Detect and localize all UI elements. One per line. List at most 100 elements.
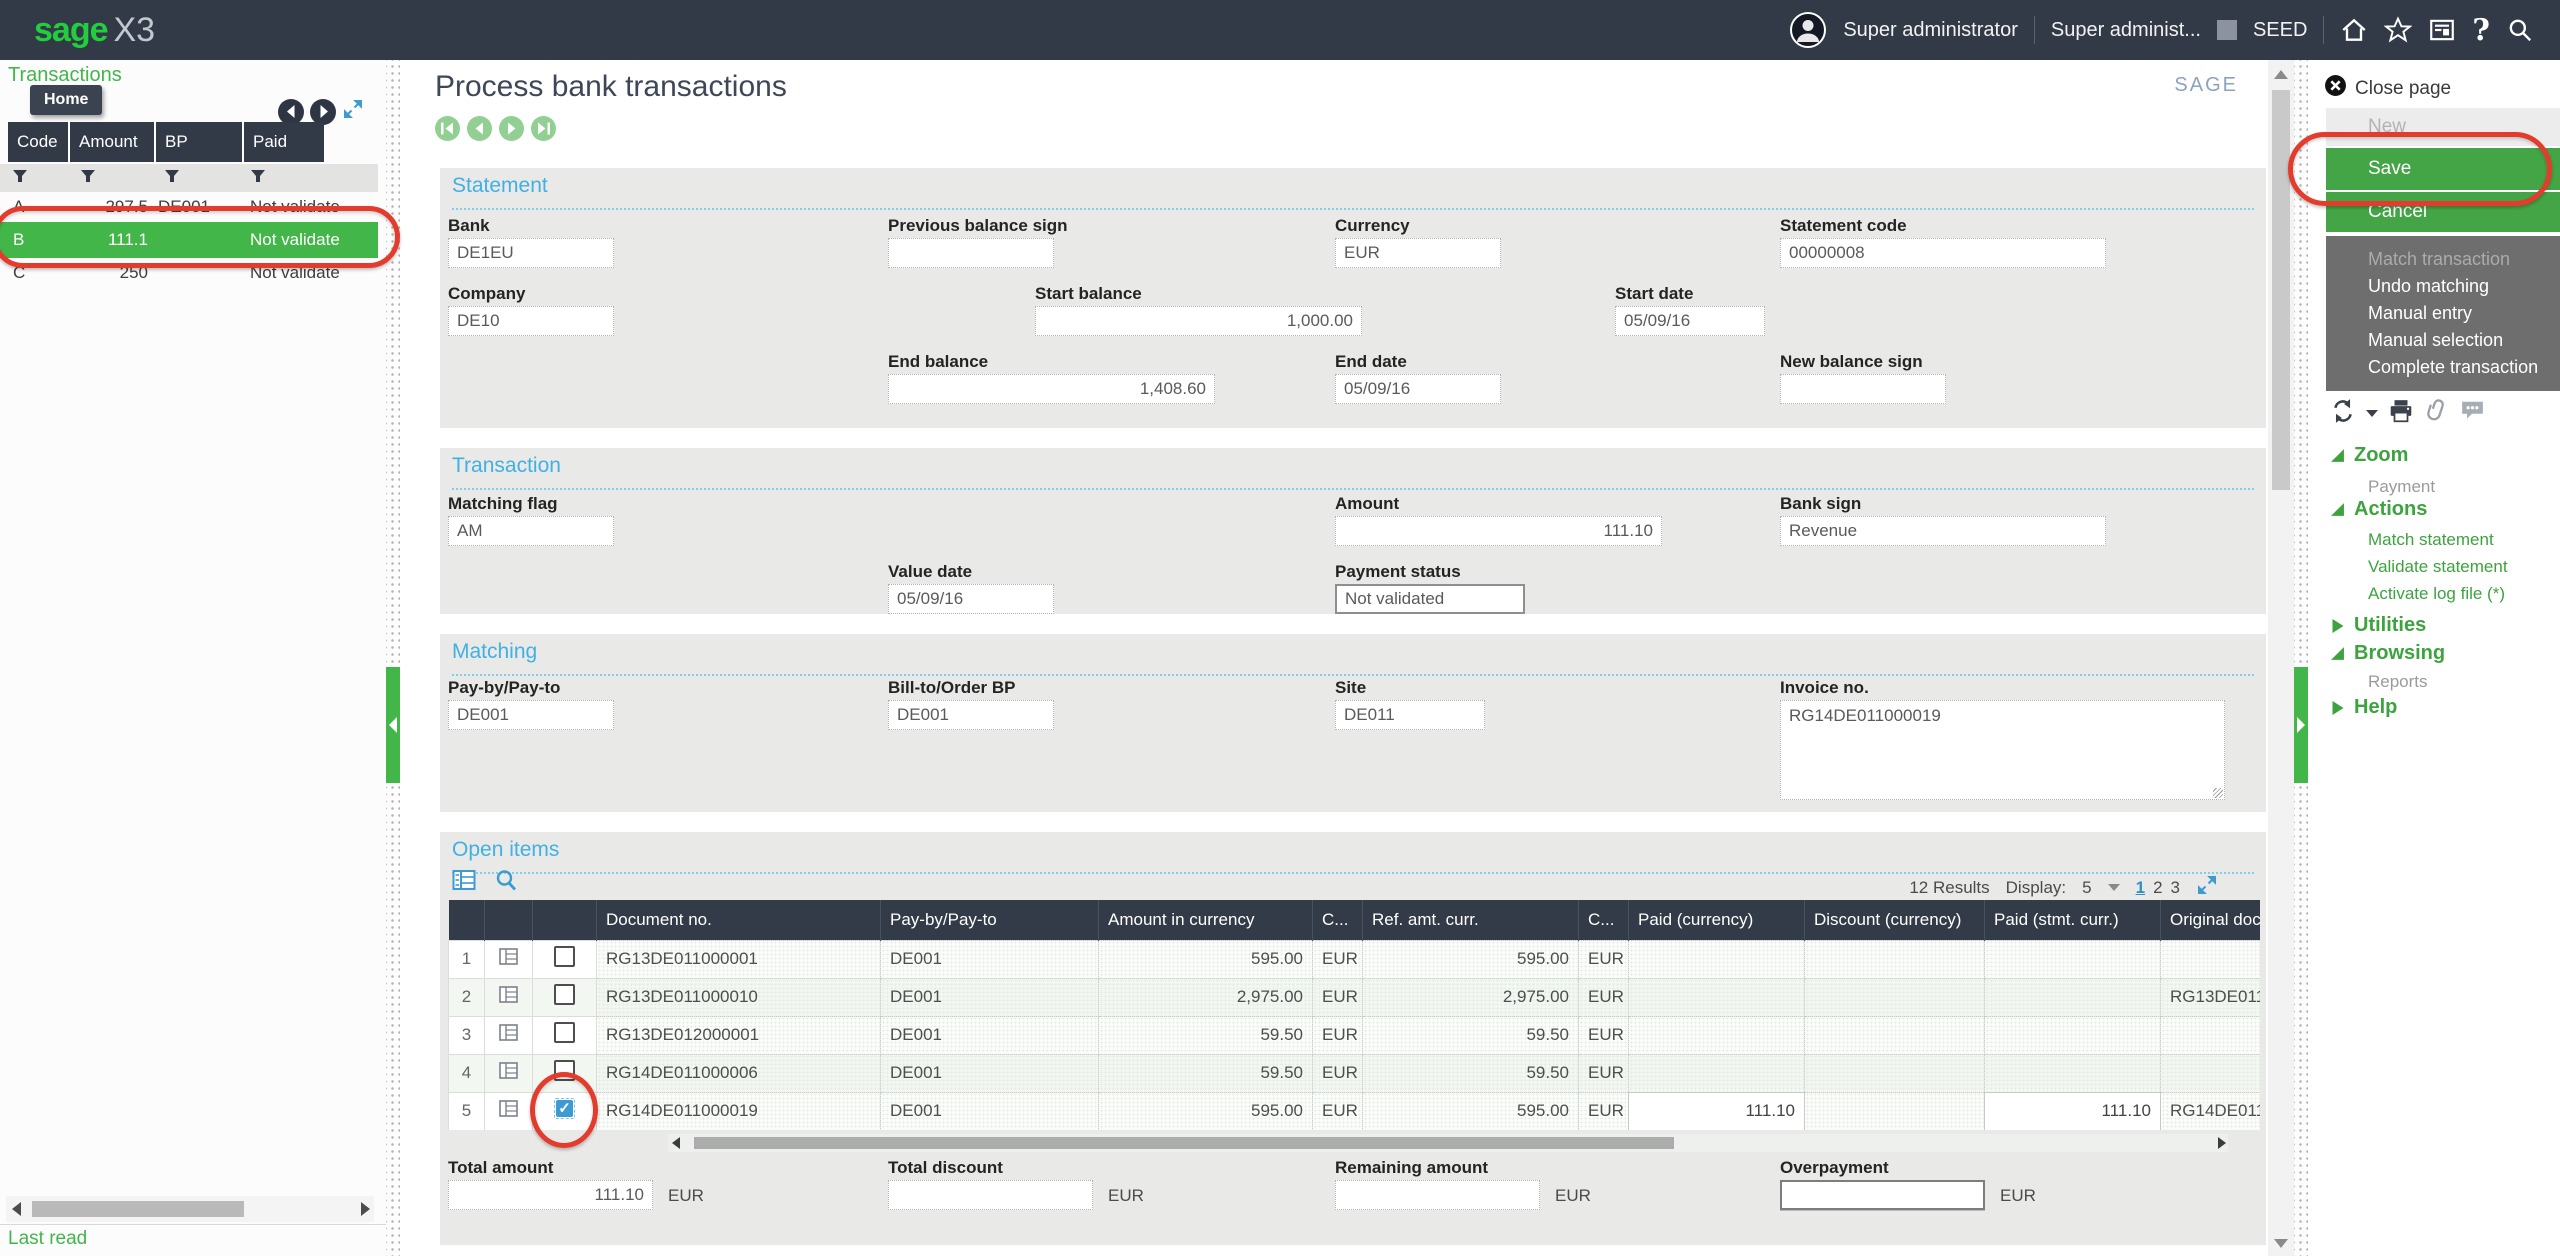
column-header[interactable]: BP xyxy=(156,122,242,162)
cell-paid-currency[interactable] xyxy=(1629,1016,1805,1054)
scroll-down-icon[interactable] xyxy=(2274,1239,2288,1248)
cell-paid-stmt-input[interactable]: 111.10 xyxy=(1985,1092,2161,1130)
menu-zoom[interactable]: Zoom xyxy=(2330,444,2408,467)
cell-discount[interactable] xyxy=(1805,1054,1985,1092)
menu-help[interactable]: Help xyxy=(2330,696,2397,719)
main-vertical-scrollbar[interactable] xyxy=(2268,60,2294,1256)
pay-by-field[interactable]: DE001 xyxy=(448,700,614,730)
cell-paid-stmt[interactable] xyxy=(1985,1016,2161,1054)
cell-pay-by[interactable]: DE001 xyxy=(881,940,1099,978)
cell-amount-in-currency[interactable]: 595.00 xyxy=(1099,940,1313,978)
last-record-icon[interactable] xyxy=(531,116,556,141)
cell-amount-in-currency[interactable]: 2,975.00 xyxy=(1099,978,1313,1016)
manual-entry-button[interactable]: Manual entry xyxy=(2368,300,2560,327)
grid-horizontal-scrollbar[interactable] xyxy=(668,1134,2228,1152)
scroll-right-icon[interactable] xyxy=(2218,1137,2226,1149)
column-header[interactable]: Document no. xyxy=(597,900,881,940)
next-record-icon[interactable] xyxy=(499,116,524,141)
row-detail-icon[interactable] xyxy=(499,988,518,1007)
cell-document-no[interactable]: RG14DE011000019 xyxy=(597,1092,881,1130)
open-item-row[interactable]: 4 RG14DE011000006 DE001 59.50 EUR 59.50 … xyxy=(449,1054,2261,1092)
scroll-left-icon[interactable] xyxy=(12,1202,21,1216)
menu-utilities[interactable]: Utilities xyxy=(2330,614,2426,637)
cell-code[interactable]: A xyxy=(0,197,68,217)
menu-actions[interactable]: Actions xyxy=(2330,498,2427,521)
remaining-amount-field[interactable] xyxy=(1335,1180,1540,1210)
refresh-icon[interactable] xyxy=(2330,398,2356,429)
start-date-field[interactable]: 05/09/16 xyxy=(1615,306,1765,336)
filter-icon[interactable] xyxy=(152,169,238,188)
cell-paid-currency[interactable] xyxy=(1629,940,1805,978)
column-header[interactable]: Ref. amt. curr. xyxy=(1363,900,1579,940)
scroll-up-icon[interactable] xyxy=(2274,70,2288,79)
undo-matching-button[interactable]: Undo matching xyxy=(2368,273,2560,300)
site-field[interactable]: DE011 xyxy=(1335,700,1485,730)
bookmark-star-icon[interactable] xyxy=(2384,16,2412,44)
scrollbar-thumb[interactable] xyxy=(694,1137,1674,1149)
resize-grip-icon[interactable] xyxy=(2213,788,2223,798)
cell-paid[interactable]: Not validate xyxy=(238,263,378,283)
column-header[interactable]: C... xyxy=(1579,900,1629,940)
filter-icon[interactable] xyxy=(238,169,378,188)
total-amount-field[interactable]: 111.10 xyxy=(448,1180,653,1210)
cell-discount[interactable] xyxy=(1805,940,1985,978)
cell-document-no[interactable]: RG13DE011000001 xyxy=(597,940,881,978)
scrollbar-thumb[interactable] xyxy=(32,1201,244,1217)
cell-original-document[interactable]: RG13DE011000 xyxy=(2161,978,2261,1016)
right-splitter-handle[interactable] xyxy=(2294,667,2308,783)
total-discount-field[interactable] xyxy=(888,1180,1093,1210)
menu-item-validate-statement[interactable]: Validate statement xyxy=(2368,557,2508,577)
previous-balance-sign-field[interactable] xyxy=(888,238,1054,268)
cell-amount[interactable]: 297.5 xyxy=(68,197,152,217)
filter-icon[interactable] xyxy=(0,169,68,188)
menu-item-reports[interactable]: Reports xyxy=(2368,672,2428,692)
first-record-icon[interactable] xyxy=(435,116,460,141)
cell-amount[interactable]: 111.1 xyxy=(68,230,152,250)
cell-pay-by[interactable]: DE001 xyxy=(881,1016,1099,1054)
page-link-current[interactable]: 1 xyxy=(2136,878,2145,898)
cancel-button[interactable]: Cancel xyxy=(2326,192,2560,232)
save-button[interactable]: Save xyxy=(2326,148,2560,190)
left-horizontal-scrollbar[interactable] xyxy=(6,1196,374,1222)
cell-currency[interactable]: EUR xyxy=(1313,1054,1363,1092)
left-splitter-handle[interactable] xyxy=(386,667,400,783)
overpayment-field[interactable] xyxy=(1780,1180,1985,1210)
cell-pay-by[interactable]: DE001 xyxy=(881,1092,1099,1130)
cell-ref-amount[interactable]: 2,975.00 xyxy=(1363,978,1579,1016)
row-checkbox[interactable] xyxy=(554,1022,575,1043)
prev-record-icon[interactable] xyxy=(467,116,492,141)
company-field[interactable]: DE10 xyxy=(448,306,614,336)
new-button[interactable]: New xyxy=(2326,108,2560,146)
cell-currency[interactable]: EUR xyxy=(1579,1016,1629,1054)
endpoint-name[interactable]: SEED xyxy=(2253,19,2307,42)
cell-paid-stmt[interactable] xyxy=(1985,940,2161,978)
menu-item-match-statement[interactable]: Match statement xyxy=(2368,530,2494,550)
grid-expand-icon[interactable] xyxy=(2196,874,2218,901)
amount-field[interactable]: 111.10 xyxy=(1335,516,1662,546)
column-header[interactable]: Paid xyxy=(244,122,324,162)
cell-currency[interactable]: EUR xyxy=(1313,940,1363,978)
refresh-dropdown-icon[interactable] xyxy=(2366,410,2378,417)
cell-paid-currency[interactable] xyxy=(1629,1054,1805,1092)
end-date-field[interactable]: 05/09/16 xyxy=(1335,374,1501,404)
cell-original-document[interactable] xyxy=(2161,940,2261,978)
matching-flag-field[interactable]: AM xyxy=(448,516,614,546)
column-header[interactable]: Paid (stmt. curr.) xyxy=(1985,900,2161,940)
next-page-icon[interactable] xyxy=(310,99,336,125)
row-detail-icon[interactable] xyxy=(499,1026,518,1045)
cell-amount-in-currency[interactable]: 59.50 xyxy=(1099,1016,1313,1054)
cell-currency[interactable]: EUR xyxy=(1313,978,1363,1016)
bill-to-field[interactable]: DE001 xyxy=(888,700,1054,730)
open-item-row[interactable]: 2 RG13DE011000010 DE001 2,975.00 EUR 2,9… xyxy=(449,978,2261,1016)
value-date-field[interactable]: 05/09/16 xyxy=(888,584,1054,614)
scroll-right-icon[interactable] xyxy=(361,1202,370,1216)
row-checkbox[interactable] xyxy=(554,946,575,967)
cell-paid-stmt[interactable] xyxy=(1985,1054,2161,1092)
bank-sign-field[interactable]: Revenue xyxy=(1780,516,2106,546)
user-name[interactable]: Super administrator xyxy=(1843,19,2018,42)
column-header[interactable]: C... xyxy=(1313,900,1363,940)
column-header[interactable]: Paid (currency) xyxy=(1629,900,1805,940)
column-header[interactable]: Amount xyxy=(70,122,154,162)
print-icon[interactable] xyxy=(2388,398,2414,429)
cell-currency[interactable]: EUR xyxy=(1579,1054,1629,1092)
